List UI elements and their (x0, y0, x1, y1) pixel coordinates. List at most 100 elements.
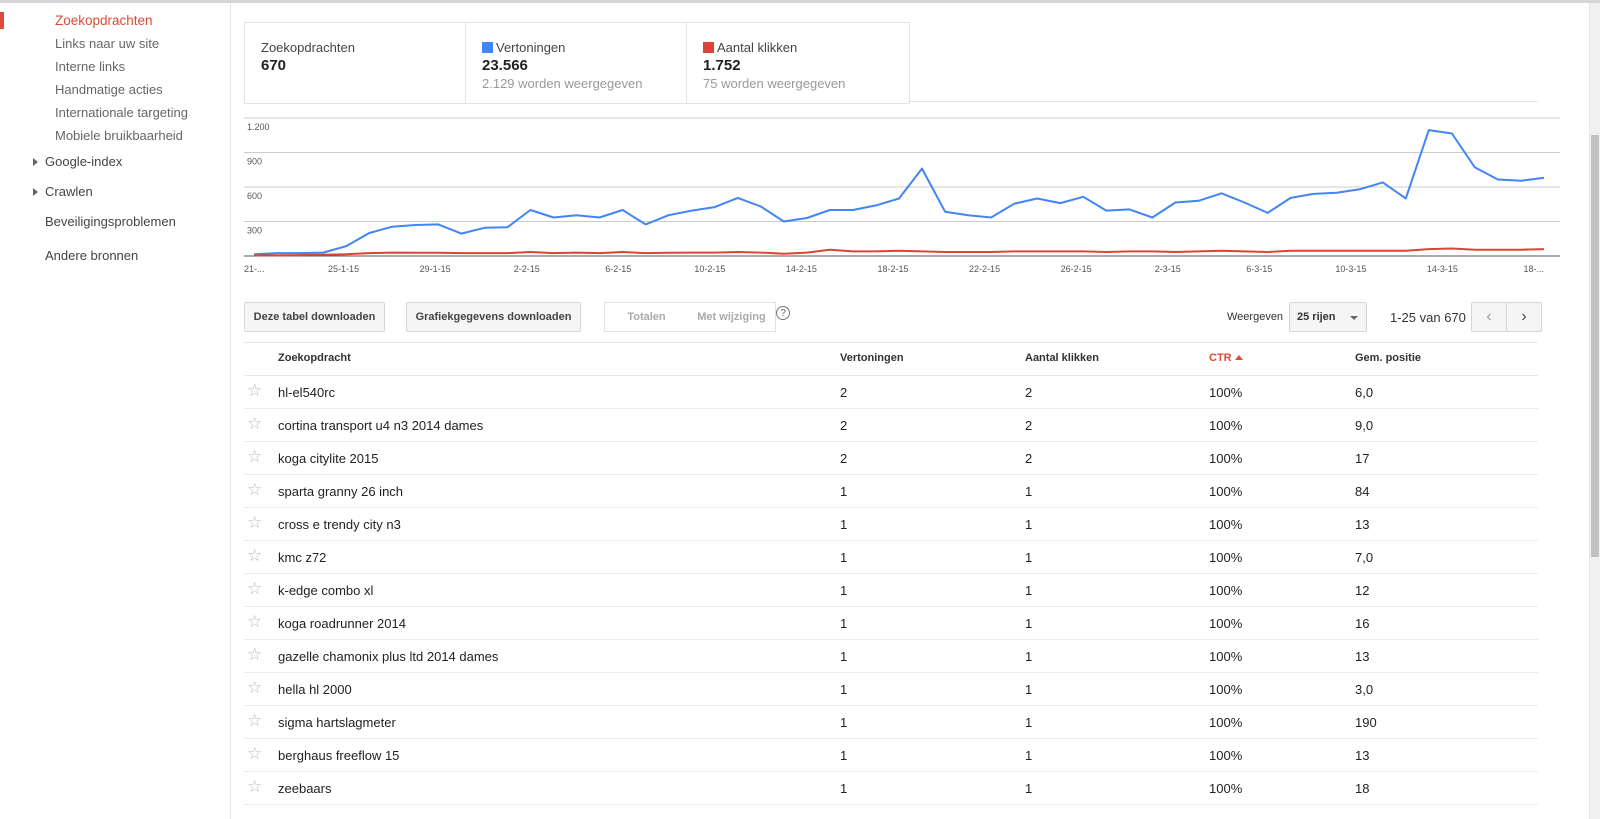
sidebar-item-internationale-targeting[interactable]: Internationale targeting (55, 105, 188, 120)
totals-toggle[interactable]: Totalen (604, 302, 689, 332)
cell-ctr: 100% (1209, 583, 1243, 598)
cell-query: cross e trendy city n3 (278, 517, 401, 532)
cell-clicks: 1 (1025, 649, 1033, 664)
star-icon[interactable]: ☆ (247, 646, 262, 663)
cell-impressions: 1 (840, 583, 848, 598)
table-row[interactable]: ☆ cortina transport u4 n3 2014 dames 2 2 100… (244, 409, 1538, 442)
star-icon[interactable]: ☆ (247, 448, 262, 465)
star-icon[interactable]: ☆ (247, 580, 262, 597)
star-icon[interactable]: ☆ (247, 679, 262, 696)
y-tick-label: 600 (247, 191, 262, 201)
cell-query: k-edge combo xl (278, 583, 374, 598)
metric-impressions[interactable]: Vertoningen 23.566 2.129 worden weergege… (466, 23, 687, 103)
table-row[interactable]: ☆ zeebaars 1 1 100% 18 (244, 772, 1538, 805)
series-line-vertoningen (253, 129, 1545, 256)
metric-clicks[interactable]: Aantal klikken 1.752 75 worden weergegev… (687, 23, 908, 103)
with-change-toggle[interactable]: Met wijziging (688, 302, 776, 332)
download-table-button[interactable]: Deze tabel downloaden (244, 302, 385, 332)
sidebar-item-google-index[interactable]: Google-index (45, 154, 122, 169)
sidebar-item-handmatige-acties[interactable]: Handmatige acties (55, 82, 163, 97)
table-row[interactable]: ☆ sparta granny 26 inch 1 1 100% 84 (244, 475, 1538, 508)
table-header: Zoekopdracht Vertoningen Aantal klikken … (244, 342, 1538, 376)
page-count: 1-25 van 670 (1390, 310, 1466, 325)
sidebar-item-zoekopdrachten[interactable]: Zoekopdrachten (55, 13, 153, 28)
cell-query: kmc z72 (278, 550, 327, 565)
star-icon[interactable]: ☆ (247, 712, 262, 729)
star-icon[interactable]: ☆ (247, 745, 262, 762)
cell-ctr: 100% (1209, 715, 1243, 730)
star-icon[interactable]: ☆ (247, 613, 262, 630)
performance-chart[interactable]: 1.200 900 600 300 21-... 25-1-15 29-1-15 2-2-15… (244, 112, 1560, 277)
star-icon[interactable]: ☆ (247, 481, 262, 498)
cell-position: 16 (1355, 616, 1370, 631)
checkbox-icon[interactable] (482, 42, 493, 53)
divider (908, 101, 1538, 102)
table-row[interactable]: ☆ hella hl 2000 1 1 100% 3,0 (244, 673, 1538, 706)
column-header-clicks[interactable]: Aantal klikken (1025, 352, 1099, 364)
cell-position: 6,0 (1355, 385, 1374, 400)
cell-query: koga citylite 2015 (278, 451, 379, 466)
rows-per-page-select[interactable]: 25 rijen (1289, 302, 1367, 332)
cell-impressions: 1 (840, 616, 848, 631)
metric-queries[interactable]: Zoekopdrachten 670 (245, 23, 466, 103)
table-row[interactable]: ☆ koga roadrunner 2014 1 1 100% 16 (244, 607, 1538, 640)
help-icon[interactable]: ? (776, 306, 790, 320)
cell-impressions: 1 (840, 715, 848, 730)
table-row[interactable]: ☆ gazelle chamonix plus ltd 2014 dames 1 1 1… (244, 640, 1538, 673)
table-row[interactable]: ☆ k-edge combo xl 1 1 100% 12 (244, 574, 1538, 607)
column-header-impressions[interactable]: Vertoningen (840, 352, 904, 364)
chevron-left-icon: ‹ (1486, 308, 1492, 325)
download-chart-data-button[interactable]: Grafiekgegevens downloaden (406, 302, 581, 332)
column-header-query[interactable]: Zoekopdracht (278, 352, 351, 364)
expand-triangle-icon[interactable] (33, 188, 38, 196)
star-icon[interactable]: ☆ (247, 514, 262, 531)
table-row[interactable]: ☆ sigma hartslagmeter 1 1 100% 190 (244, 706, 1538, 739)
column-header-ctr[interactable]: CTR (1209, 352, 1243, 364)
x-tick-label: 25-1-15 (328, 264, 359, 274)
table-row[interactable]: ☆ hl-el540rc 2 2 100% 6,0 (244, 376, 1538, 409)
cell-query: sparta granny 26 inch (278, 484, 404, 499)
metric-label: Aantal klikken (717, 40, 798, 55)
cell-ctr: 100% (1209, 550, 1243, 565)
cell-ctr: 100% (1209, 418, 1243, 433)
table-row[interactable]: ☆ berghaus freeflow 15 1 1 100% 13 (244, 739, 1538, 772)
sidebar-item-crawlen[interactable]: Crawlen (45, 184, 93, 199)
next-page-button[interactable]: › (1506, 302, 1542, 332)
table-row[interactable]: ☆ koga citylite 2015 2 2 100% 17 (244, 442, 1538, 475)
chevron-right-icon: › (1521, 308, 1527, 325)
column-header-position[interactable]: Gem. positie (1355, 352, 1421, 364)
rows-label: Weergeven (1227, 311, 1284, 323)
table-row[interactable]: ☆ kmc z72 1 1 100% 7,0 (244, 541, 1538, 574)
cell-query: koga roadrunner 2014 (278, 616, 406, 631)
table-row[interactable]: ☆ cross e trendy city n3 1 1 100% 13 (244, 508, 1538, 541)
y-tick-label: 900 (247, 157, 262, 167)
previous-page-button[interactable]: ‹ (1471, 302, 1507, 332)
star-icon[interactable]: ☆ (247, 415, 262, 432)
scrollbar-thumb[interactable] (1591, 135, 1599, 557)
star-icon[interactable]: ☆ (247, 778, 262, 795)
cell-position: 3,0 (1355, 682, 1374, 697)
cell-impressions: 1 (840, 484, 848, 499)
top-border (0, 0, 1600, 3)
cell-impressions: 2 (840, 385, 848, 400)
cell-query: hella hl 2000 (278, 682, 352, 697)
metric-sub: 2.129 worden weergegeven (482, 76, 643, 91)
sidebar-item-andere-bronnen[interactable]: Andere bronnen (45, 248, 138, 263)
checkbox-icon[interactable] (703, 42, 714, 53)
metric-label-row: Vertoningen (482, 40, 686, 55)
x-tick-label: 18-... (1523, 264, 1544, 274)
star-icon[interactable]: ☆ (247, 547, 262, 564)
cell-query: sigma hartslagmeter (278, 715, 396, 730)
active-indicator (0, 12, 4, 29)
metric-label-row: Aantal klikken (703, 40, 908, 55)
expand-triangle-icon[interactable] (33, 158, 38, 166)
metrics-summary: Zoekopdrachten 670 Vertoningen 23.566 2.… (244, 22, 910, 104)
sidebar-item-links-naar-uw-site[interactable]: Links naar uw site (55, 36, 159, 51)
sidebar-item-mobiele-bruikbaarheid[interactable]: Mobiele bruikbaarheid (55, 128, 183, 143)
star-icon[interactable]: ☆ (247, 382, 262, 399)
cell-query: berghaus freeflow 15 (278, 748, 400, 763)
sidebar-item-beveiligingsproblemen[interactable]: Beveiligingsproblemen (45, 214, 176, 229)
sidebar-item-interne-links[interactable]: Interne links (55, 59, 125, 74)
cell-position: 18 (1355, 781, 1370, 796)
x-tick-label: 6-2-15 (605, 264, 631, 274)
